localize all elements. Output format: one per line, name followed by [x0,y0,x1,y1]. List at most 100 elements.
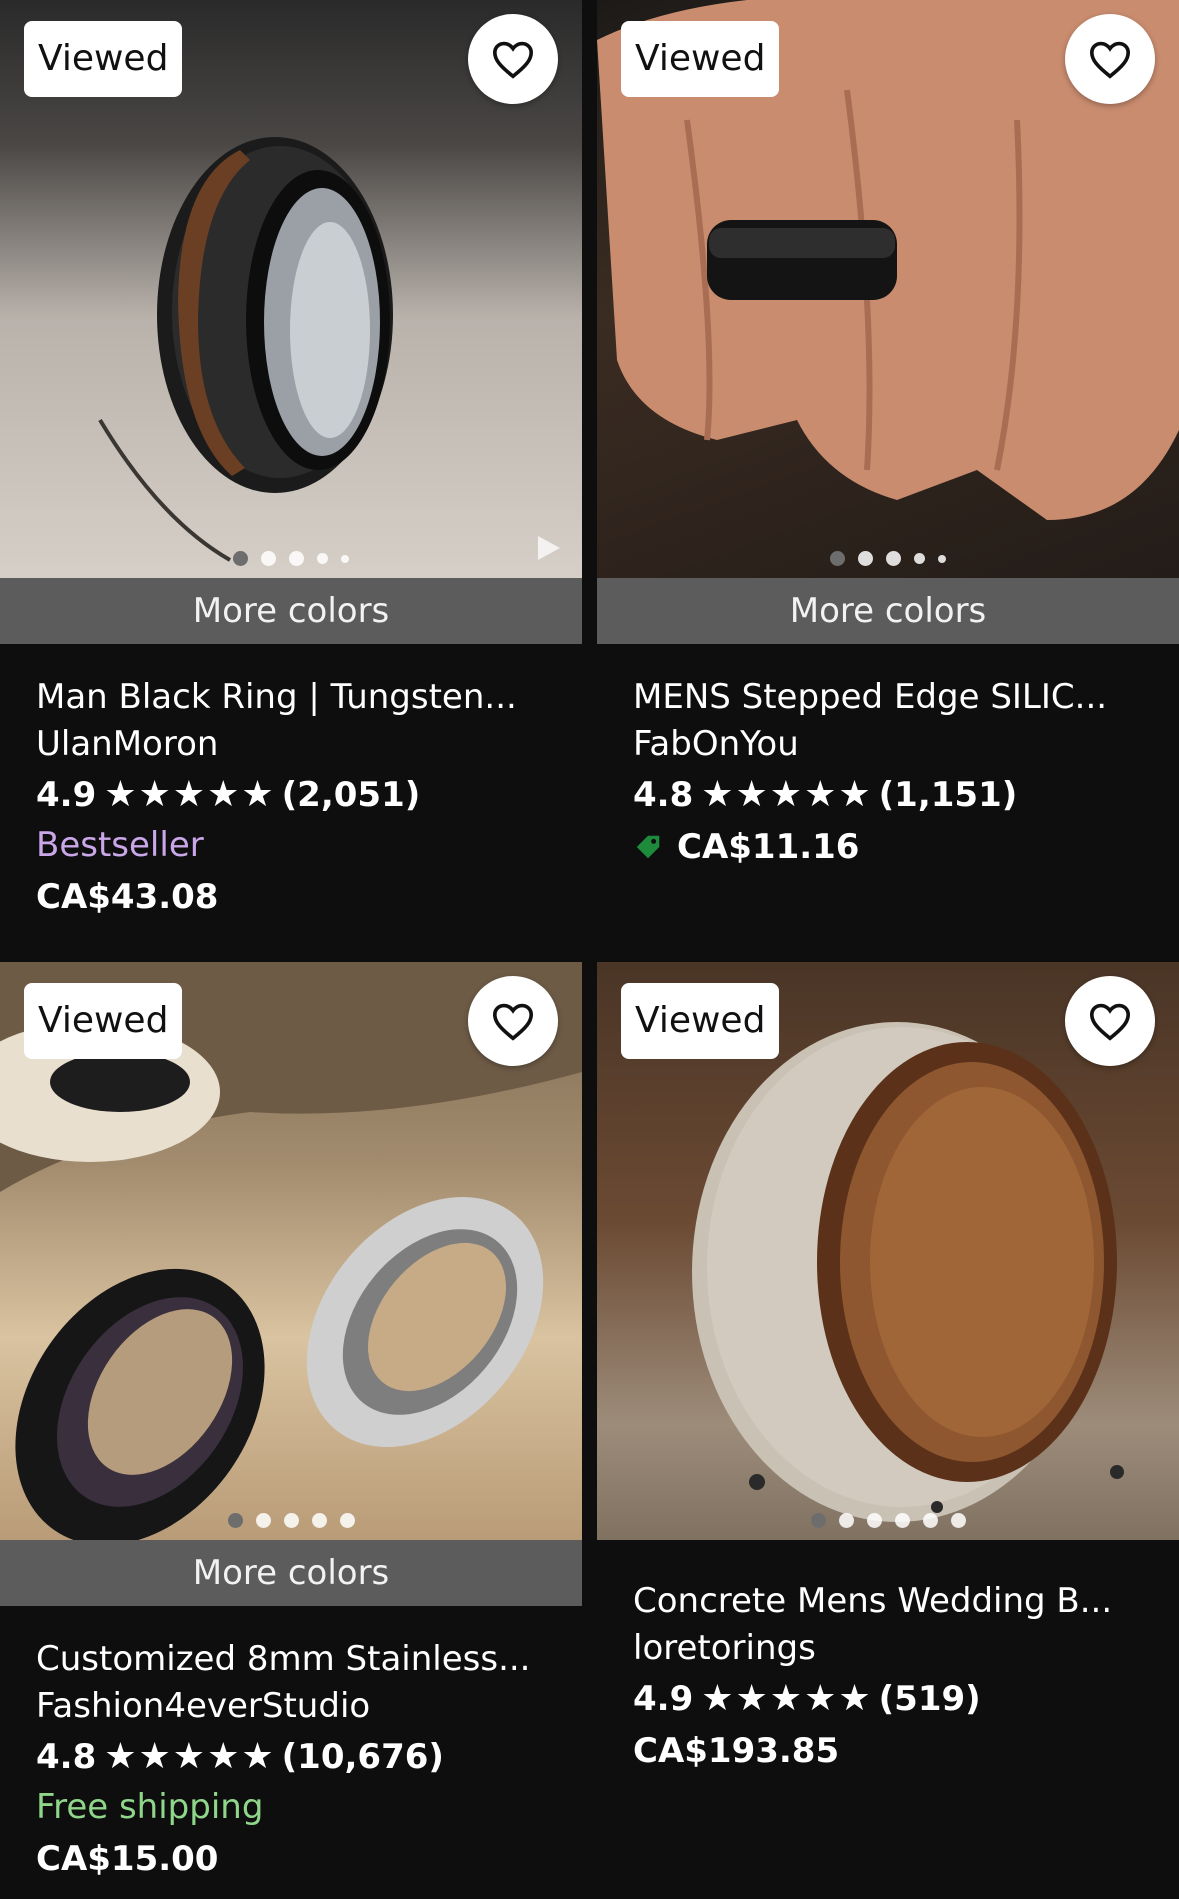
star-icon: ★ [172,774,206,815]
bestseller-badge: Bestseller [36,825,204,865]
star-icon: ★ [769,1678,803,1719]
review-count: (10,676) [281,1737,444,1777]
rating-row: 4.9 ★ ★ ★ ★ ★ (519) [633,1674,1143,1724]
product-image-carousel[interactable]: Viewed [597,962,1179,1540]
star-icon: ★ [838,774,871,815]
star-icon: ★ [241,1736,274,1777]
rating-value: 4.8 [36,1737,97,1777]
star-icon: ★ [769,774,803,815]
carousel-dot [858,551,873,566]
product-info: Customized 8mm Stainless... Fashion4ever… [0,1606,582,1886]
viewed-badge: Viewed [621,21,780,97]
carousel-dot [255,1513,271,1528]
carousel-dot [227,1513,243,1528]
carousel-dot [289,551,304,566]
rating-row: 4.9 ★ ★ ★ ★ ★ (2,051) [36,770,546,820]
product-info: MENS Stepped Edge SILIC... FabOnYou 4.8 … [597,644,1179,874]
carousel-dot [894,1513,910,1528]
rating-row: 4.8 ★ ★ ★ ★ ★ (1,151) [633,770,1143,820]
play-icon [538,536,560,560]
star-icon: ★ [838,1678,871,1719]
carousel-dots [597,551,1179,566]
viewed-badge: Viewed [621,983,780,1059]
rating-value: 4.9 [36,775,97,815]
star-icon: ★ [207,774,240,815]
favorite-button[interactable] [468,976,558,1066]
favorite-button[interactable] [1065,976,1155,1066]
heart-icon [492,41,534,79]
carousel-dots [597,1513,1179,1528]
favorite-button[interactable] [468,14,558,104]
star-icon: ★ [172,1736,206,1777]
star-icon: ★ [207,1736,240,1777]
star-rating: ★ ★ ★ ★ ★ [104,770,273,820]
star-rating: ★ ★ ★ ★ ★ [701,770,870,820]
product-image-carousel[interactable]: Viewed [0,0,582,578]
carousel-dot [886,551,901,566]
carousel-dot [339,1513,355,1528]
product-title[interactable]: MENS Stepped Edge SILIC... [633,674,1143,721]
product-info: Concrete Mens Wedding B... loretorings 4… [597,1540,1179,1778]
review-count: (2,051) [281,775,421,815]
carousel-dot [922,1513,938,1528]
carousel-dot [866,1513,882,1528]
product-title[interactable]: Concrete Mens Wedding B... [633,1578,1143,1625]
review-count: (519) [878,1679,981,1719]
shop-name: Fashion4everStudio [36,1686,371,1726]
star-icon: ★ [701,1678,734,1719]
heart-icon [1089,1003,1131,1041]
product-title[interactable]: Man Black Ring | Tungsten... [36,674,546,721]
product-card[interactable]: Viewed More colors Man Black Ring | Tung… [0,0,582,924]
listing-grid: Viewed More colors Man Black Ring | Tung… [0,0,1179,1899]
carousel-dots [0,1513,582,1528]
product-info: Man Black Ring | Tungsten... UlanMoron 4… [0,644,582,924]
star-icon: ★ [138,1736,171,1777]
more-colors-bar[interactable]: More colors [597,578,1179,644]
product-price: CA$193.85 [633,1731,840,1771]
viewed-badge: Viewed [24,983,183,1059]
product-title[interactable]: Customized 8mm Stainless... [36,1636,546,1683]
carousel-dot [810,1513,826,1528]
heart-icon [492,1003,534,1041]
product-card[interactable]: Viewed More colors Customized 8mm Stainl… [0,962,582,1886]
rating-value: 4.8 [633,775,694,815]
carousel-dot [261,551,276,566]
carousel-dot [317,553,328,564]
star-icon: ★ [241,774,274,815]
star-icon: ★ [104,774,137,815]
carousel-dot [938,554,946,563]
rating-value: 4.9 [633,1679,694,1719]
product-image-carousel[interactable]: Viewed [0,962,582,1540]
shop-name: loretorings [633,1628,816,1668]
shop-name: FabOnYou [633,724,799,764]
star-icon: ★ [104,1736,137,1777]
more-colors-bar[interactable]: More colors [0,578,582,644]
star-rating: ★ ★ ★ ★ ★ [701,1674,870,1724]
tag-icon [636,835,660,859]
rating-row: 4.8 ★ ★ ★ ★ ★ (10,676) [36,1732,546,1782]
viewed-badge: Viewed [24,21,183,97]
star-rating: ★ ★ ★ ★ ★ [104,1732,273,1782]
carousel-dots [0,551,582,566]
star-icon: ★ [701,774,734,815]
carousel-dot [838,1513,854,1528]
star-icon: ★ [735,774,768,815]
carousel-dot [233,551,248,566]
star-icon: ★ [804,774,837,815]
product-card[interactable]: Viewed Concrete Mens Wedding B... loreto… [597,962,1179,1778]
sale-price-row: CA$11.16 [633,820,1143,874]
product-card[interactable]: Viewed More colors MENS Stepped Edge SIL… [597,0,1179,874]
more-colors-bar[interactable]: More colors [0,1540,582,1606]
carousel-dot [914,553,925,564]
favorite-button[interactable] [1065,14,1155,104]
carousel-dot [830,551,845,566]
star-icon: ★ [138,774,171,815]
free-shipping-badge: Free shipping [36,1787,264,1827]
shop-name: UlanMoron [36,724,219,764]
product-price: CA$11.16 [677,827,860,867]
star-icon: ★ [735,1678,768,1719]
product-price: CA$15.00 [36,1839,219,1879]
carousel-dot [341,554,349,563]
product-image-carousel[interactable]: Viewed [597,0,1179,578]
product-price: CA$43.08 [36,877,219,917]
